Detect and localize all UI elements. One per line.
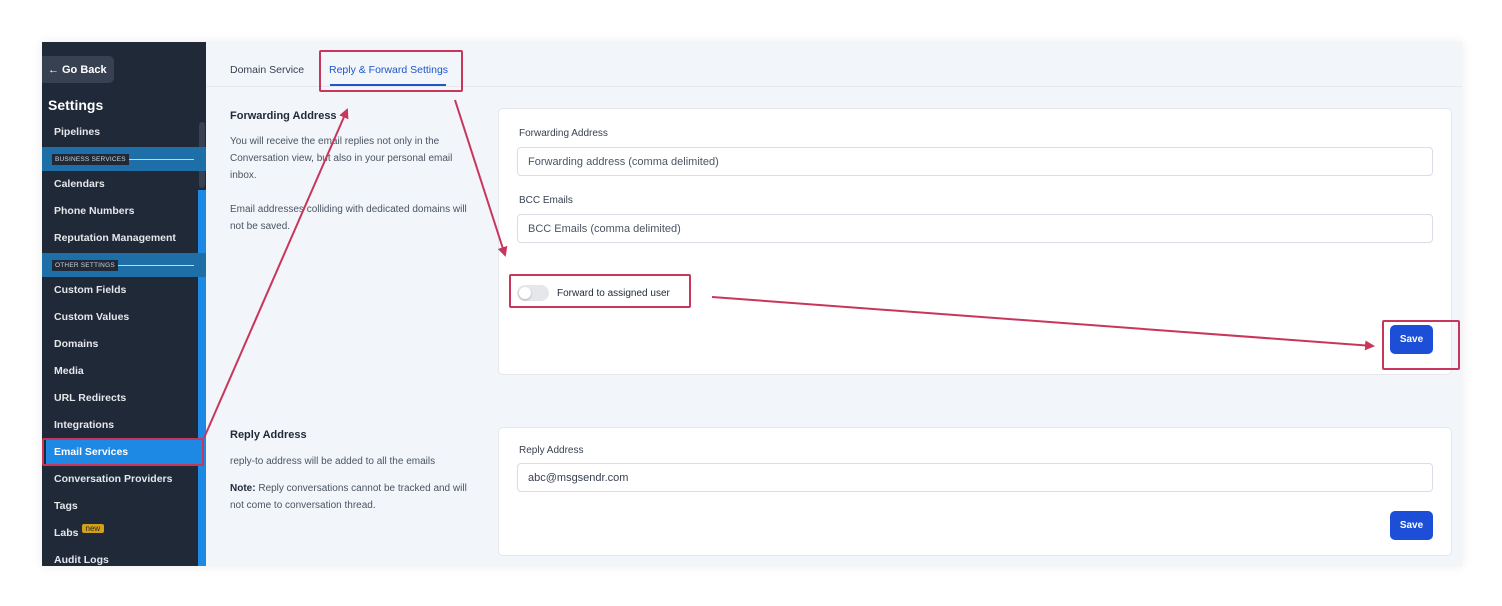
sidebar-title: Settings — [48, 97, 104, 113]
forward-to-assigned-user-row: Forward to assigned user — [517, 285, 670, 301]
forwarding-address-input[interactable] — [517, 147, 1433, 176]
sidebar-item-tags[interactable]: Tags — [42, 494, 198, 518]
arrow-left-icon: ← — [48, 63, 59, 76]
forwarding-card: Forwarding Address BCC Emails Forward to… — [498, 108, 1452, 375]
section-business-services: BUSINESS SERVICES — [42, 147, 206, 171]
reply-section-title: Reply Address — [230, 429, 307, 441]
forwarding-description: You will receive the email replies not o… — [230, 136, 453, 181]
reply-description: reply-to address will be added to all th… — [230, 456, 436, 467]
tab-reply-forward-settings[interactable]: Reply & Forward Settings — [329, 64, 448, 76]
reply-card: Reply Address Save — [498, 427, 1452, 556]
sidebar-item-custom-fields[interactable]: Custom Fields — [42, 278, 198, 302]
go-back-button[interactable]: ← Go Back — [42, 56, 114, 83]
reply-save-button[interactable]: Save — [1390, 511, 1433, 540]
sidebar-item-audit-logs[interactable]: Audit Logs — [42, 548, 198, 566]
go-back-label: Go Back — [62, 63, 107, 76]
forward-to-assigned-user-label: Forward to assigned user — [557, 287, 670, 299]
forwarding-address-label: Forwarding Address — [519, 128, 608, 139]
sidebar-item-integrations[interactable]: Integrations — [42, 413, 198, 437]
sidebar-item-custom-values[interactable]: Custom Values — [42, 305, 198, 329]
tab-bar: Domain Service Reply & Forward Settings — [206, 42, 1462, 87]
section-label: OTHER SETTINGS — [52, 259, 118, 271]
bcc-emails-label: BCC Emails — [519, 195, 573, 206]
sidebar-item-reputation-management[interactable]: Reputation Management — [42, 226, 198, 250]
sidebar-item-pipelines[interactable]: Pipelines — [42, 120, 198, 144]
forwarding-save-button[interactable]: Save — [1390, 325, 1433, 354]
main-content: Domain Service Reply & Forward Settings … — [206, 42, 1462, 566]
sidebar-item-phone-numbers[interactable]: Phone Numbers — [42, 199, 198, 223]
tab-domain-service[interactable]: Domain Service — [230, 64, 304, 76]
toggle-knob — [519, 287, 531, 299]
sidebar-scrollbar[interactable] — [198, 190, 206, 566]
forward-to-assigned-user-toggle[interactable] — [517, 285, 549, 301]
sidebar-item-domains[interactable]: Domains — [42, 332, 198, 356]
new-badge: new — [81, 523, 105, 533]
note-text: Reply conversations cannot be tracked an… — [230, 483, 467, 511]
active-tab-indicator — [330, 84, 446, 86]
sidebar-item-labs[interactable]: Labs new — [42, 521, 198, 545]
section-other-settings: OTHER SETTINGS — [42, 253, 206, 277]
reply-note: Note: Reply conversations cannot be trac… — [230, 480, 470, 514]
sidebar-item-url-redirects[interactable]: URL Redirects — [42, 386, 198, 410]
forwarding-section-title: Forwarding Address — [230, 110, 337, 122]
app-window: ← Go Back Settings Pipelines BUSINESS SE… — [42, 42, 1462, 566]
section-label: BUSINESS SERVICES — [52, 153, 129, 165]
section-divider — [128, 158, 194, 160]
bcc-emails-input[interactable] — [517, 214, 1433, 243]
reply-address-input[interactable] — [517, 463, 1433, 492]
settings-sidebar: ← Go Back Settings Pipelines BUSINESS SE… — [42, 42, 206, 566]
note-label: Note: — [230, 483, 256, 494]
sidebar-item-media[interactable]: Media — [42, 359, 198, 383]
section-divider — [117, 264, 194, 266]
reply-address-label: Reply Address — [519, 445, 584, 456]
forwarding-collision-note: Email addresses colliding with dedicated… — [230, 204, 467, 232]
sidebar-item-calendars[interactable]: Calendars — [42, 172, 198, 196]
sidebar-item-conversation-providers[interactable]: Conversation Providers — [42, 467, 198, 491]
sidebar-item-email-services[interactable]: Email Services — [46, 440, 200, 464]
